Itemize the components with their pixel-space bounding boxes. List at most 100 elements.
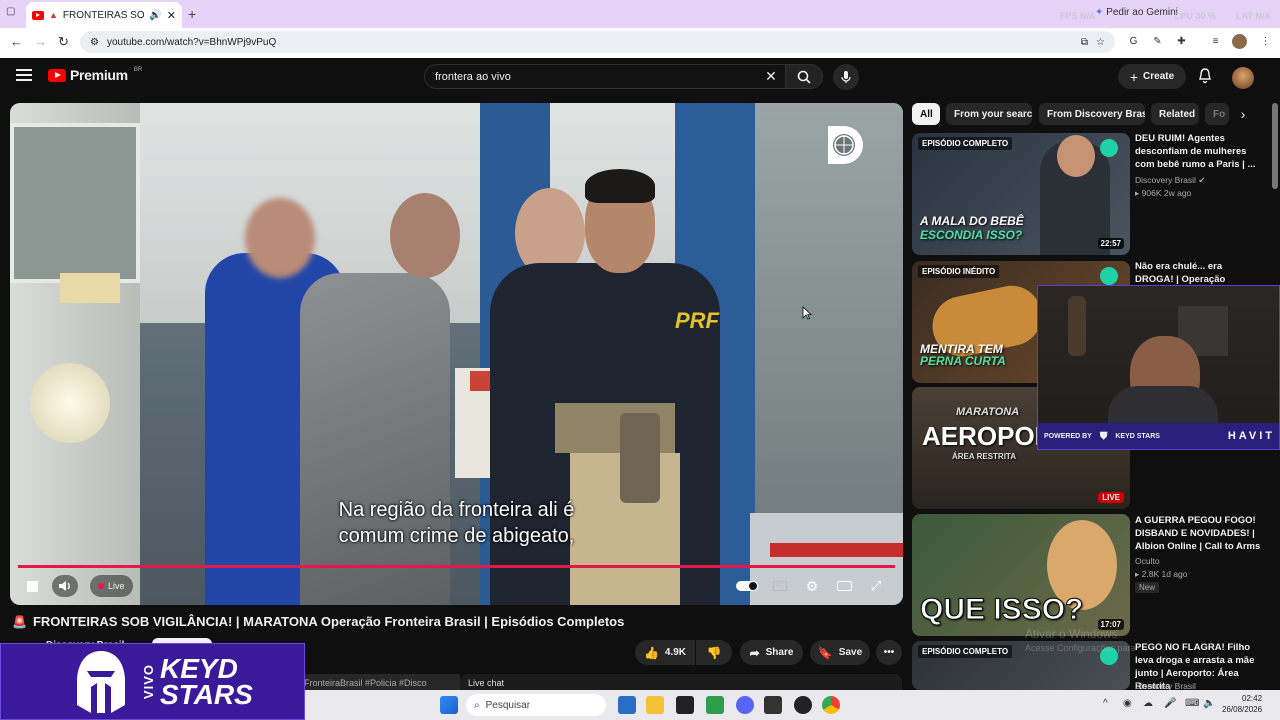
chip-from-your-search[interactable]: From your search (946, 103, 1032, 125)
discovery-small-icon (1100, 267, 1118, 285)
play-icon: ▸ (1135, 569, 1140, 579)
back-icon[interactable]: ← (10, 34, 23, 49)
chrome-icon[interactable] (822, 696, 840, 714)
sidebar-thumbnail[interactable]: QUE ISSO? 17:07 (912, 514, 1130, 636)
autoplay-toggle[interactable] (735, 575, 759, 597)
live-indicator[interactable]: Live (90, 575, 133, 597)
media-control-icon[interactable]: ≡ (1208, 34, 1223, 49)
sidebar-channel-name[interactable]: Oculto (1135, 556, 1160, 566)
havit-logo: HAVIT (1227, 430, 1275, 442)
chip-partial[interactable]: Fo (1205, 103, 1229, 125)
sidebar-video-title[interactable]: DEU RUIM! Agentes desconfiam de mulheres… (1135, 132, 1263, 171)
windows-start-icon[interactable] (440, 696, 458, 714)
steam-tray-icon[interactable]: ◉ (1123, 698, 1132, 709)
video-player[interactable]: PRF Na região da fronteira ali é comum c… (10, 103, 903, 605)
search-input[interactable]: frontera ao vivo ✕ (424, 64, 786, 89)
sidebar-video-title[interactable]: A GUERRA PEGOU FOGO! DISBAND E NOVIDADES… (1135, 514, 1263, 553)
thumb-badge: EPISÓDIO COMPLETO (918, 137, 1013, 150)
network-icon[interactable]: ⌨ (1185, 698, 1199, 709)
like-button[interactable]: 👍 4.9K (635, 640, 695, 665)
sidebar-thumbnail[interactable]: EPISÓDIO COMPLETO A MALA DO BEBÊ ESCONDI… (912, 133, 1130, 255)
sidebar-meta-text: 2.8K 1d ago (1141, 569, 1188, 579)
share-button[interactable]: ➦ Share (740, 640, 803, 665)
lat-stat: LAT N/A (1236, 11, 1271, 21)
microphone-icon (841, 71, 851, 83)
volume-button[interactable] (52, 575, 78, 597)
profile-avatar-icon[interactable] (1232, 34, 1247, 49)
omnibox[interactable]: ⚙ youtube.com/watch?v=BhnWPj9vPuQ ⧉ ☆ (80, 31, 1115, 53)
thumb-headline-1: A MALA DO BEBÊ (920, 214, 1024, 228)
terminal-icon[interactable] (676, 696, 694, 714)
reload-icon[interactable]: ↻ (58, 34, 69, 50)
tray-chevron-icon[interactable]: ^ (1103, 698, 1108, 709)
share-label: Share (765, 647, 794, 658)
install-icon[interactable]: ⧉ (1081, 37, 1088, 48)
more-actions-button[interactable]: ••• (876, 640, 902, 665)
plus-icon: + (1129, 68, 1139, 85)
chip-from-discovery-brasil[interactable]: From Discovery Brasil (1039, 103, 1145, 125)
bus-headlight (30, 363, 110, 443)
tab-close-icon[interactable]: ✕ (167, 9, 176, 22)
extensions-puzzle-icon[interactable]: ✚ (1174, 34, 1189, 49)
lat-value: N/A (1255, 11, 1271, 21)
clear-search-icon[interactable]: ✕ (757, 68, 785, 85)
chevron-right-icon[interactable]: › (1234, 105, 1252, 123)
taskbar-search-icon: ⌕ (474, 699, 480, 711)
lat-label: LAT (1236, 11, 1253, 21)
alert-icon: 🚨 (12, 614, 27, 629)
fullscreen-button[interactable]: ⤢ (864, 575, 888, 597)
account-avatar[interactable] (1232, 67, 1254, 89)
bookmark-icon: 🔖 (817, 645, 833, 660)
gemini-button[interactable]: ✦ Pedir ao Gemini (1095, 7, 1178, 18)
sidebar-scrollbar[interactable] (1272, 103, 1278, 189)
obs-icon[interactable] (794, 696, 812, 714)
logo-country: BR (133, 67, 143, 73)
discord-icon[interactable] (736, 696, 754, 714)
captions-button[interactable]: CC (768, 575, 792, 597)
hamburger-menu-icon[interactable] (16, 69, 32, 81)
extension-pen-icon[interactable]: ✎ (1150, 34, 1165, 49)
theater-mode-button[interactable] (832, 575, 856, 597)
discovery-small-icon (1100, 139, 1118, 157)
extension-g-icon[interactable]: G (1126, 34, 1141, 49)
sidebar-channel[interactable]: Discovery Brasil ✔ (1135, 175, 1205, 186)
speaker-icon[interactable]: 🔈 (1203, 698, 1215, 709)
captions-icon: CC (773, 581, 787, 591)
voice-search-button[interactable] (833, 64, 859, 90)
browser-tab[interactable]: ▲ FRONTEIRAS SOB VIGIL 🔊 ✕ (26, 2, 182, 28)
progress-bar[interactable] (18, 565, 895, 568)
like-count: 4.9K (664, 647, 687, 658)
file-explorer-icon[interactable] (646, 696, 664, 714)
cloud-tray-icon[interactable]: ☁ (1143, 698, 1153, 709)
keyd-stars-overlay: VIVO KEYD STARS (0, 643, 305, 720)
create-button[interactable]: + Create (1118, 64, 1186, 89)
new-tab-button[interactable]: + (188, 6, 196, 22)
browser-menu-icon[interactable]: ⋮ (1258, 34, 1273, 49)
capcut-icon[interactable] (764, 696, 782, 714)
forward-icon[interactable]: → (34, 34, 47, 49)
mic-tray-icon[interactable]: 🎤 (1164, 698, 1176, 709)
settings-button[interactable]: ⚙ (800, 575, 824, 597)
thumb-headline-3: ÁREA RESTRITA (952, 452, 1016, 461)
stop-button[interactable] (20, 575, 44, 597)
youtube-premium-logo[interactable]: Premium BR (48, 67, 142, 83)
chip-related[interactable]: Related (1151, 103, 1199, 125)
site-info-icon[interactable]: ⚙ (90, 37, 99, 48)
save-button[interactable]: 🔖 Save (810, 640, 870, 665)
notifications-bell-icon[interactable] (1196, 67, 1214, 85)
sidebar-meta: ▸ 2.8K 1d ago (1135, 569, 1188, 580)
chip-all[interactable]: All (912, 103, 940, 125)
audio-icon[interactable]: 🔊 (149, 10, 161, 21)
fps-label: FPS (1060, 11, 1078, 21)
discovery-logo-icon (828, 126, 863, 164)
spartan-helmet-logo (77, 650, 125, 713)
task-view-icon[interactable] (618, 696, 636, 714)
tab-search-icon[interactable]: ▢ (6, 6, 15, 17)
taskbar-search[interactable]: ⌕ Pesquisar (466, 694, 606, 716)
bus-indicator (60, 273, 120, 303)
dislike-button[interactable]: 👎 (696, 640, 732, 665)
bookmark-star-icon[interactable]: ☆ (1096, 37, 1105, 48)
system-clock[interactable]: 02:42 26/08/2026 (1222, 693, 1262, 715)
xbox-app-icon[interactable] (706, 696, 724, 714)
search-button[interactable] (785, 64, 823, 89)
